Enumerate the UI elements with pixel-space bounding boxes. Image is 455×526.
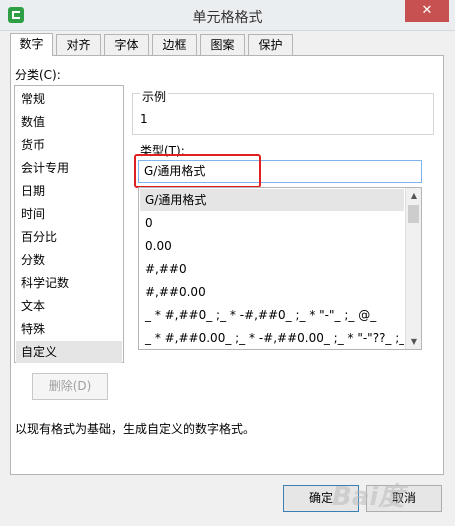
category-item-general[interactable]: 常规 bbox=[16, 88, 122, 110]
tab-pattern[interactable]: 图案 bbox=[200, 34, 245, 55]
format-item-0-00[interactable]: 0.00 bbox=[140, 235, 404, 257]
scroll-up-icon[interactable]: ▲ bbox=[406, 188, 421, 203]
category-item-text[interactable]: 文本 bbox=[16, 295, 122, 317]
category-item-date[interactable]: 日期 bbox=[16, 180, 122, 202]
format-item-thousands-decimal[interactable]: #,##0.00 bbox=[140, 281, 404, 303]
scroll-thumb[interactable] bbox=[408, 205, 419, 223]
tab-number[interactable]: 数字 bbox=[10, 33, 53, 56]
category-list[interactable]: 常规 数值 货币 会计专用 日期 时间 百分比 分数 科学记数 文本 特殊 自定… bbox=[14, 85, 124, 363]
scroll-down-icon[interactable]: ▼ bbox=[406, 334, 421, 349]
close-button[interactable]: ✕ bbox=[405, 0, 449, 22]
sample-label: 示例 bbox=[140, 88, 169, 105]
format-list[interactable]: G/通用格式 0 0.00 #,##0 #,##0.00 _ * #,##0_ … bbox=[138, 187, 422, 350]
tab-font[interactable]: 字体 bbox=[104, 34, 149, 55]
tab-border[interactable]: 边框 bbox=[152, 34, 197, 55]
window-title: 单元格格式 bbox=[192, 10, 263, 26]
tab-protection[interactable]: 保护 bbox=[248, 34, 293, 55]
format-item-accounting[interactable]: _ * #,##0_ ;_ * -#,##0_ ;_ * "-"_ ;_ @_ bbox=[140, 304, 404, 326]
watermark-logo: Bai度 bbox=[332, 482, 405, 512]
format-item-accounting-decimal[interactable]: _ * #,##0.00_ ;_ * -#,##0.00_ ;_ * "-"??… bbox=[140, 327, 404, 349]
title-bar: 单元格格式 ✕ bbox=[0, 0, 455, 31]
tab-alignment[interactable]: 对齐 bbox=[56, 34, 101, 55]
sample-box bbox=[132, 93, 434, 135]
annotation-highlight bbox=[134, 154, 261, 188]
category-item-currency[interactable]: 货币 bbox=[16, 134, 122, 156]
format-list-scrollbar[interactable]: ▲ ▼ bbox=[405, 188, 421, 349]
delete-button[interactable]: 删除(D) bbox=[32, 373, 108, 400]
sample-value: 1 bbox=[140, 112, 148, 126]
category-item-special[interactable]: 特殊 bbox=[16, 318, 122, 340]
category-item-custom[interactable]: 自定义 bbox=[16, 341, 122, 363]
category-item-fraction[interactable]: 分数 bbox=[16, 249, 122, 271]
format-item-thousands[interactable]: #,##0 bbox=[140, 258, 404, 280]
category-item-accounting[interactable]: 会计专用 bbox=[16, 157, 122, 179]
format-item-general[interactable]: G/通用格式 bbox=[140, 189, 404, 211]
format-item-0[interactable]: 0 bbox=[140, 212, 404, 234]
description-text: 以现有格式为基础，生成自定义的数字格式。 bbox=[15, 422, 256, 436]
category-item-percentage[interactable]: 百分比 bbox=[16, 226, 122, 248]
category-item-scientific[interactable]: 科学记数 bbox=[16, 272, 122, 294]
category-item-number[interactable]: 数值 bbox=[16, 111, 122, 133]
category-item-time[interactable]: 时间 bbox=[16, 203, 122, 225]
category-label: 分类(C): bbox=[15, 68, 61, 82]
